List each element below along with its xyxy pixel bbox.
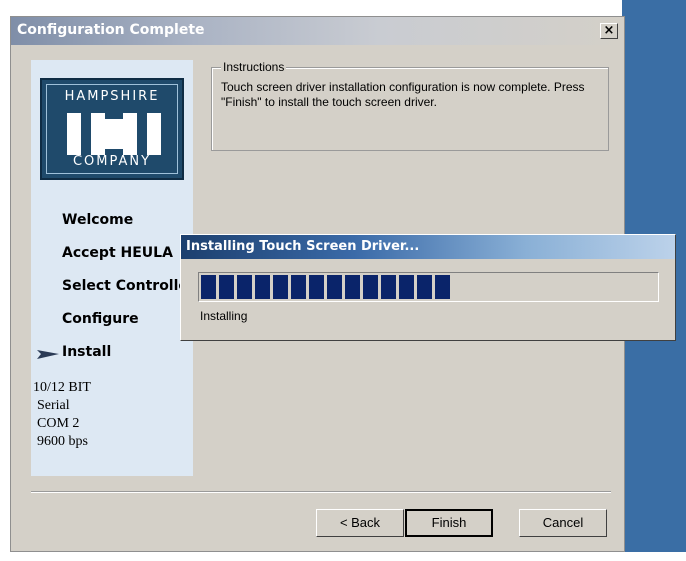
instructions-text: Touch screen driver installation configu… [221, 80, 585, 109]
progress-block [255, 275, 270, 299]
progress-block [273, 275, 288, 299]
nav-step-configure: Configure [62, 311, 139, 327]
progress-block [417, 275, 432, 299]
config-baud-rate: 9600 bps [37, 434, 88, 449]
progress-block [399, 275, 414, 299]
progress-block [201, 275, 216, 299]
logo-hi-mark [67, 113, 161, 155]
config-protocol: 10/12 BIT [33, 380, 91, 395]
install-progress-dialog: Installing Touch Screen Driver... Instal… [180, 234, 676, 341]
instructions-group: Instructions Touch screen driver install… [211, 60, 609, 151]
progress-block [345, 275, 360, 299]
config-interface: Serial [37, 398, 70, 413]
nav-step-welcome: Welcome [62, 212, 134, 228]
wizard-sidebar: HAMPSHIRE COMPANY Welcome Accept HEULA S… [31, 60, 195, 476]
logo-frame: HAMPSHIRE COMPANY [46, 84, 178, 174]
nav-step-accept-heula: Accept HEULA [62, 245, 173, 261]
cancel-button[interactable]: Cancel [519, 509, 607, 537]
progress-block [291, 275, 306, 299]
nav-step-install: Install [62, 344, 112, 360]
logo-text-bottom: COMPANY [72, 154, 152, 169]
progress-block [381, 275, 396, 299]
progress-titlebar[interactable]: Installing Touch Screen Driver... [181, 235, 675, 259]
instructions-legend: Instructions [221, 60, 287, 74]
dialog-titlebar[interactable]: Configuration Complete × [11, 17, 624, 45]
config-port: COM 2 [37, 416, 80, 431]
dialog-title: Configuration Complete [17, 22, 205, 38]
finish-button[interactable]: Finish [405, 509, 493, 537]
progress-bar [198, 272, 659, 302]
hampshire-logo: HAMPSHIRE COMPANY [40, 78, 184, 180]
logo-text-top: HAMPSHIRE [64, 89, 160, 104]
back-button[interactable]: < Back [316, 509, 404, 537]
button-separator [31, 491, 611, 493]
close-icon[interactable]: × [600, 23, 618, 39]
progress-block [363, 275, 378, 299]
nav-step-select-controller: Select Controller [62, 278, 195, 294]
progress-block [309, 275, 324, 299]
progress-block [327, 275, 342, 299]
arrow-right-icon [37, 350, 59, 359]
progress-block [219, 275, 234, 299]
progress-status-text: Installing [200, 309, 248, 323]
progress-block [237, 275, 252, 299]
progress-block [435, 275, 450, 299]
screen-margin [0, 552, 686, 561]
progress-title: Installing Touch Screen Driver... [186, 239, 420, 254]
